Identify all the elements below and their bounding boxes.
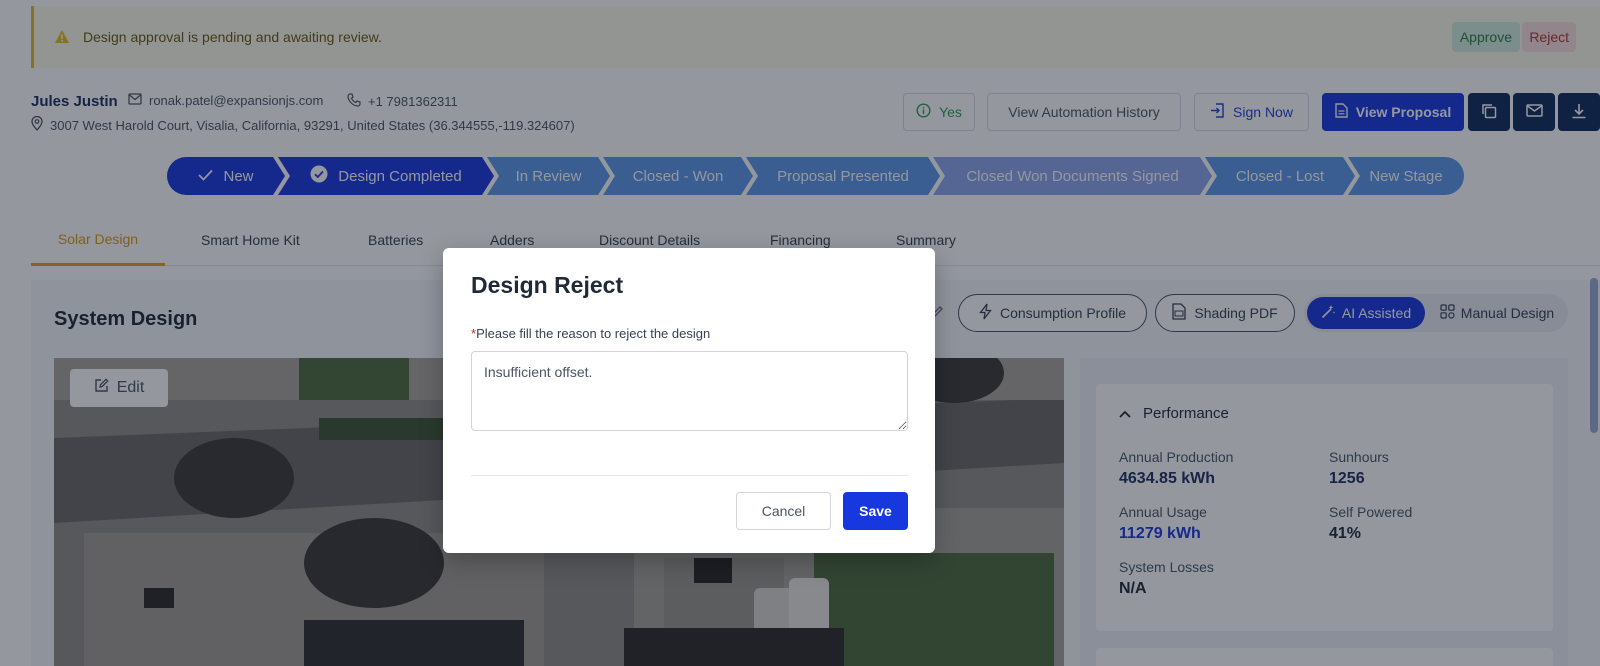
modal-divider	[471, 475, 908, 476]
reject-reason-textarea[interactable]: Insufficient offset.	[471, 351, 908, 431]
reject-reason-label: *Please fill the reason to reject the de…	[471, 326, 710, 341]
modal-title: Design Reject	[471, 272, 624, 298]
cancel-button[interactable]: Cancel	[736, 492, 831, 530]
design-reject-modal: Design Reject *Please fill the reason to…	[443, 248, 935, 553]
save-button[interactable]: Save	[843, 492, 908, 530]
reject-reason-label-text: Please fill the reason to reject the des…	[476, 326, 711, 341]
